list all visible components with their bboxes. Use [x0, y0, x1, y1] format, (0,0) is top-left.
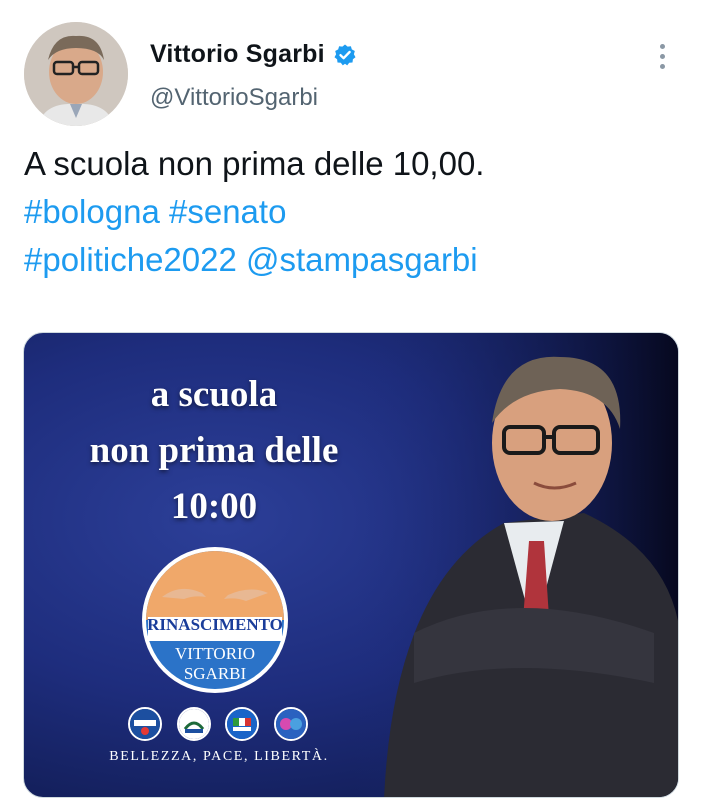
party-logos: [128, 707, 308, 743]
author-display-name[interactable]: Vittorio Sgarbi: [150, 40, 325, 69]
logo-name-line: VITTORIO: [175, 644, 255, 663]
more-options-button[interactable]: [648, 40, 676, 72]
logo-name-line: SGARBI: [183, 664, 247, 683]
avatar-photo-icon: [24, 22, 128, 126]
poster-line: 10:00: [170, 486, 258, 527]
logo-name: VITTORIO SGARBI: [140, 644, 290, 684]
hashtag-link[interactable]: #senato: [169, 193, 286, 230]
logo-title: RINASCIMENTO: [147, 615, 283, 634]
tweet-media-image[interactable]: a scuola non prima delle 10:00 RINASCIME…: [23, 332, 679, 798]
more-vertical-icon-dot: [659, 63, 665, 69]
hashtag-link[interactable]: #politiche2022: [24, 241, 237, 278]
portrait-photo: [354, 333, 678, 797]
author-name-row[interactable]: Vittorio Sgarbi: [150, 40, 357, 69]
author-handle[interactable]: @VittorioSgarbi: [150, 84, 318, 112]
tweet-text-main: A scuola non prima delle 10,00.: [24, 145, 485, 182]
more-vertical-icon: [659, 43, 665, 49]
hashtag-link[interactable]: #bologna: [24, 193, 160, 230]
mention-link[interactable]: @stampasgarbi: [246, 241, 478, 278]
poster-slogan: BELLEZZA, PACE, LIBERTÀ.: [109, 749, 329, 764]
party-logo-lega-icon: [176, 707, 211, 741]
party-logo-forza-italia-icon: [225, 707, 260, 741]
party-logo-noi-moderati-icon: [273, 707, 308, 741]
verified-badge-icon: [333, 43, 357, 67]
poster-headline: a scuola non prima delle 10:00: [24, 367, 404, 535]
party-logo-meloni-icon: [128, 707, 162, 741]
author-avatar[interactable]: [24, 22, 128, 126]
poster-line: a scuola: [150, 374, 278, 415]
poster-line: non prima delle: [89, 430, 339, 471]
more-vertical-icon-dot: [659, 53, 665, 59]
tweet-text: A scuola non prima delle 10,00. #bologna…: [24, 140, 684, 284]
tweet-card[interactable]: Vittorio Sgarbi @VittorioSgarbi A scuola…: [0, 0, 702, 800]
